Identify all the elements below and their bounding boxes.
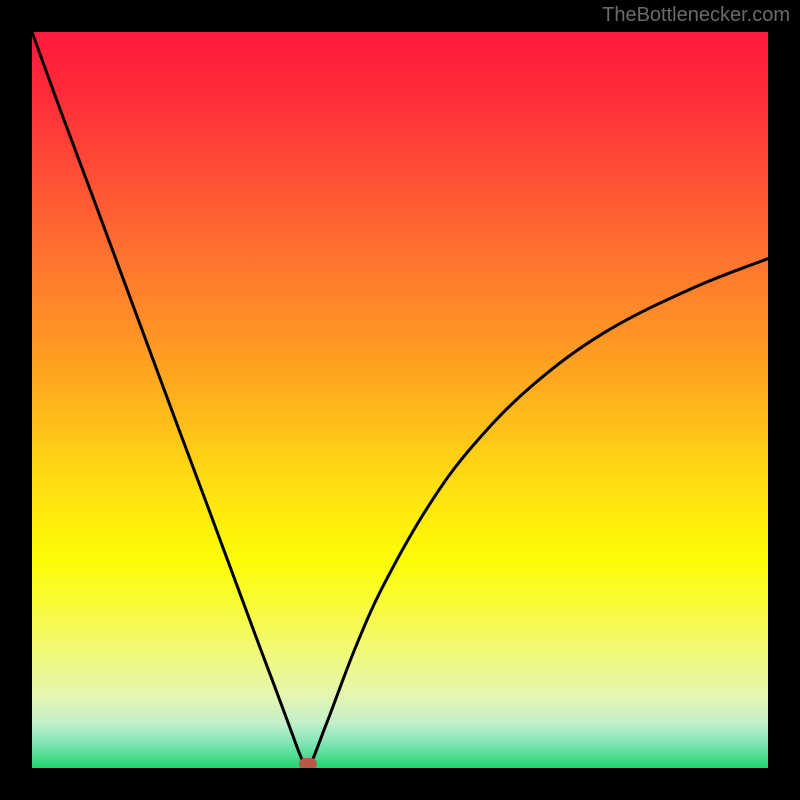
bottleneck-curve-svg bbox=[32, 32, 768, 768]
bottleneck-curve-path bbox=[32, 32, 768, 768]
plot-area bbox=[32, 32, 768, 768]
attribution-text: TheBottlenecker.com bbox=[602, 4, 790, 27]
optimal-point-marker bbox=[299, 758, 317, 768]
